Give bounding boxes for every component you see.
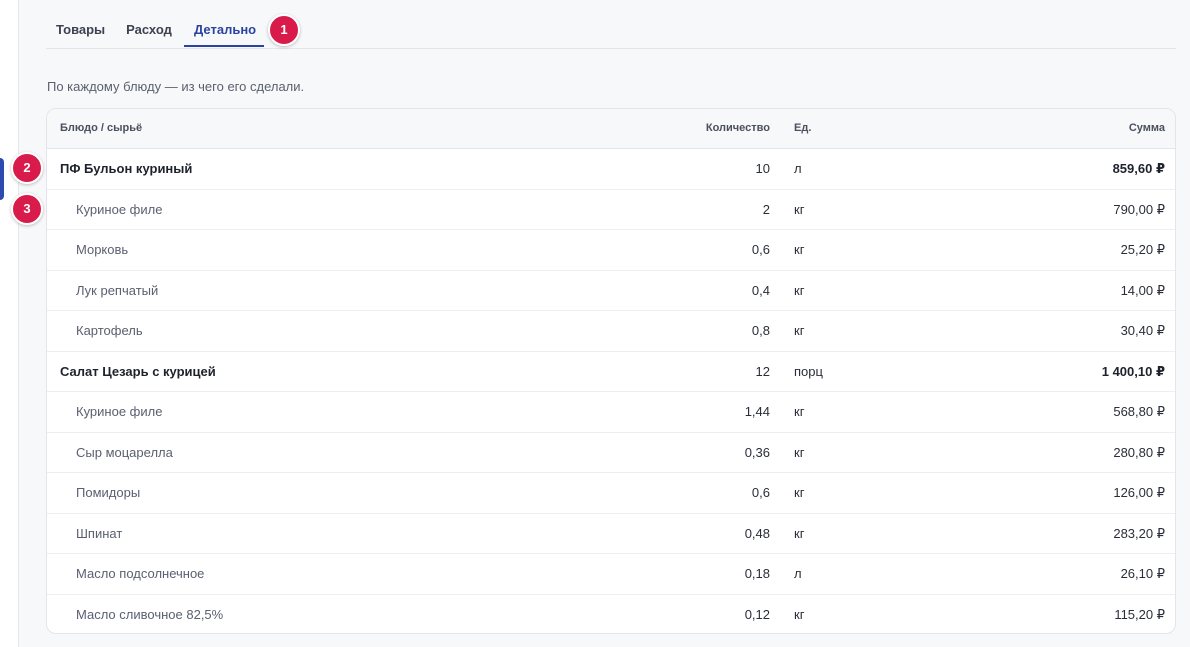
ingredient-row: Морковь 0,6 кг 25,20 ₽ bbox=[47, 230, 1175, 271]
dish-row[interactable]: ПФ Бульон куриный 10 л 859,60 ₽ bbox=[47, 149, 1175, 190]
row-sum: 1 400,10 ₽ bbox=[1101, 363, 1165, 379]
row-name: Картофель bbox=[76, 323, 143, 338]
row-sum: 14,00 ₽ bbox=[1120, 282, 1165, 298]
column-header-name: Блюдо / сырьё bbox=[60, 122, 143, 134]
row-sum: 25,20 ₽ bbox=[1120, 242, 1165, 257]
row-name: ПФ Бульон куриный bbox=[60, 161, 193, 176]
rail-active-marker bbox=[0, 158, 4, 200]
ingredient-row: Сыр моцарелла 0,36 кг 280,80 ₽ bbox=[47, 433, 1175, 473]
row-name: Куриное филе bbox=[76, 201, 163, 217]
row-unit: кг bbox=[794, 323, 805, 338]
column-header-quantity: Количество bbox=[705, 122, 770, 134]
row-sum: 26,10 ₽ bbox=[1120, 566, 1165, 581]
row-unit: кг bbox=[794, 242, 805, 257]
row-name: Лук репчатый bbox=[76, 282, 159, 298]
row-sum: 126,00 ₽ bbox=[1113, 485, 1165, 500]
row-sum: 859,60 ₽ bbox=[1112, 161, 1165, 176]
ingredient-row: Картофель 0,8 кг 30,40 ₽ bbox=[47, 311, 1175, 352]
row-sum: 30,40 ₽ bbox=[1120, 323, 1165, 338]
row-name: Сыр моцарелла bbox=[76, 444, 173, 460]
column-header-unit: Ед. bbox=[794, 122, 812, 134]
row-unit: кг bbox=[794, 404, 805, 419]
row-name: Масло сливочное 82,5% bbox=[76, 606, 224, 622]
row-name: Морковь bbox=[76, 242, 129, 257]
row-quantity: 0,12 bbox=[744, 606, 770, 622]
tab-goods[interactable]: Товары bbox=[46, 0, 112, 47]
detail-table: Блюдо / сырьё Количество Ед. Сумма ПФ Бу… bbox=[46, 108, 1176, 634]
row-quantity: 1,44 bbox=[744, 404, 770, 419]
tab-detailed[interactable]: Детально bbox=[184, 0, 264, 47]
row-name: Куриное филе bbox=[76, 404, 163, 419]
annotation-badge-2: 2 bbox=[11, 152, 43, 184]
tab-consumption[interactable]: Расход bbox=[116, 0, 182, 47]
row-unit: кг bbox=[794, 525, 805, 541]
page-subtitle: По каждому блюду — из чего его сделали. bbox=[47, 79, 305, 94]
row-unit: л bbox=[794, 161, 802, 176]
dish-row[interactable]: Салат Цезарь с курицей 12 порц 1 400,10 … bbox=[47, 352, 1175, 392]
row-unit: порц bbox=[794, 363, 823, 379]
column-header-sum: Сумма bbox=[1128, 122, 1165, 134]
row-quantity: 0,48 bbox=[744, 525, 770, 541]
row-name: Салат Цезарь с курицей bbox=[60, 363, 216, 379]
annotation-badge-3: 3 bbox=[11, 193, 43, 225]
ingredient-row: Помидоры 0,6 кг 126,00 ₽ bbox=[47, 473, 1175, 514]
row-quantity: 0,8 bbox=[751, 323, 770, 338]
row-quantity: 0,4 bbox=[751, 282, 770, 298]
ingredient-row: Шпинат 0,48 кг 283,20 ₽ bbox=[47, 514, 1175, 554]
row-quantity: 0,36 bbox=[744, 444, 770, 460]
row-sum: 283,20 ₽ bbox=[1113, 525, 1165, 541]
left-rail bbox=[0, 0, 19, 647]
row-sum: 280,80 ₽ bbox=[1113, 444, 1165, 460]
annotation-badge-1: 1 bbox=[268, 14, 300, 46]
tab-bar: Товары Расход Детально bbox=[46, 0, 1176, 49]
row-quantity: 10 bbox=[755, 161, 770, 176]
row-sum: 568,80 ₽ bbox=[1113, 404, 1165, 419]
row-unit: кг bbox=[794, 444, 805, 460]
row-sum: 115,20 ₽ bbox=[1114, 606, 1165, 622]
row-quantity: 2 bbox=[762, 201, 770, 217]
row-name: Масло подсолнечное bbox=[76, 566, 205, 581]
row-quantity: 0,18 bbox=[744, 566, 770, 581]
row-unit: кг bbox=[794, 485, 805, 500]
row-unit: кг bbox=[794, 606, 805, 622]
row-name: Помидоры bbox=[76, 485, 141, 500]
row-name: Шпинат bbox=[76, 525, 123, 541]
ingredient-row: Лук репчатый 0,4 кг 14,00 ₽ bbox=[47, 271, 1175, 311]
row-unit: л bbox=[794, 566, 802, 581]
row-quantity: 12 bbox=[755, 363, 770, 379]
table-header: Блюдо / сырьё Количество Ед. Сумма bbox=[47, 109, 1175, 149]
ingredient-row: Куриное филе 1,44 кг 568,80 ₽ bbox=[47, 392, 1175, 433]
ingredient-row: Масло подсолнечное 0,18 л 26,10 ₽ bbox=[47, 554, 1175, 595]
ingredient-row: Куриное филе 2 кг 790,00 ₽ bbox=[47, 190, 1175, 230]
row-sum: 790,00 ₽ bbox=[1113, 201, 1165, 217]
row-unit: кг bbox=[794, 282, 805, 298]
row-unit: кг bbox=[794, 201, 805, 217]
ingredient-row: Масло сливочное 82,5% 0,12 кг 115,20 ₽ bbox=[47, 595, 1175, 634]
row-quantity: 0,6 bbox=[751, 485, 770, 500]
row-quantity: 0,6 bbox=[751, 242, 770, 257]
